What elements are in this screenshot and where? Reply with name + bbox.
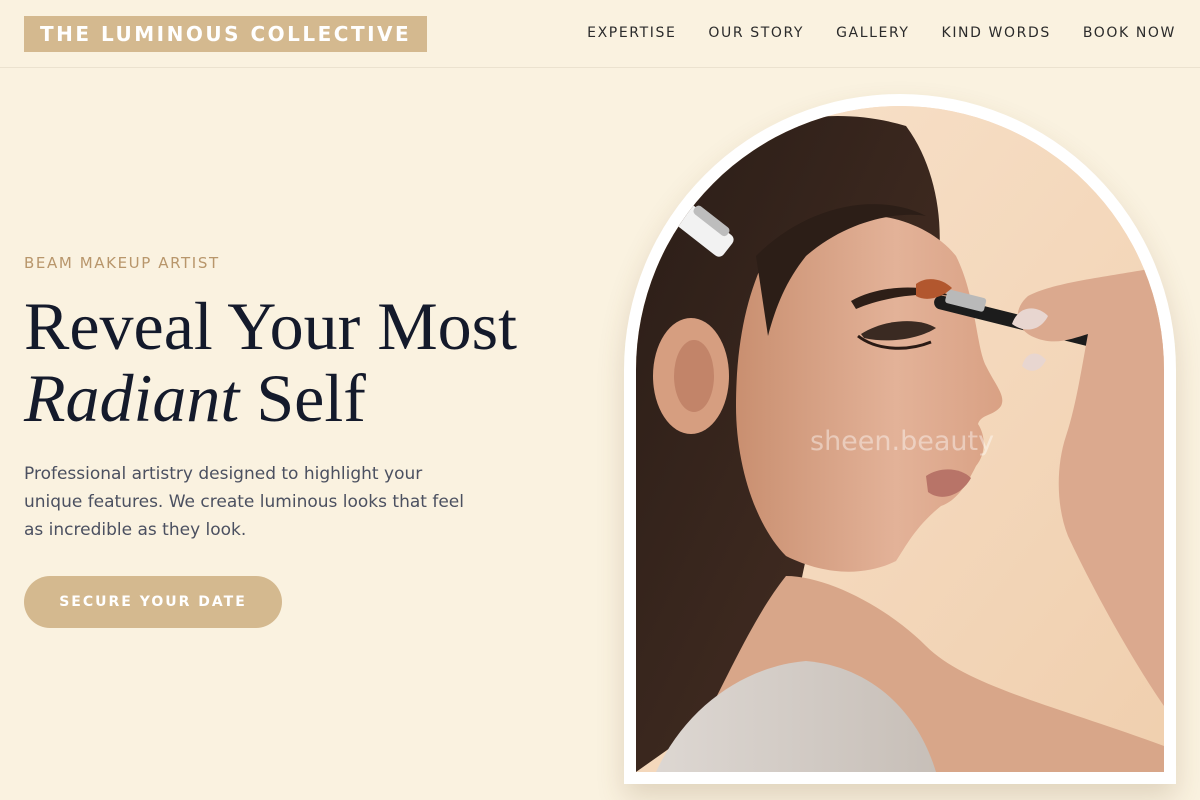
nav-link-expertise[interactable]: EXPERTISE	[587, 25, 676, 41]
headline-line-1: Reveal Your Most	[24, 288, 518, 364]
nav-link-book-now[interactable]: BOOK NOW	[1083, 25, 1176, 41]
brand-logo[interactable]: THE LUMINOUS COLLECTIVE	[24, 16, 428, 52]
nav-link-our-story[interactable]: OUR STORY	[708, 25, 804, 41]
headline-emphasis: Radiant	[24, 360, 240, 436]
nav-link-gallery[interactable]: GALLERY	[836, 25, 909, 41]
site-header: THE LUMINOUS COLLECTIVE EXPERTISE OUR ST…	[0, 0, 1200, 68]
secure-date-button[interactable]: SECURE YOUR DATE	[24, 576, 282, 628]
hero-eyebrow: BEAM MAKEUP ARTIST	[24, 254, 220, 272]
hero-image-frame: sheen.beauty	[624, 94, 1176, 784]
hero-headline: Reveal Your Most Radiant Self	[24, 290, 517, 434]
hero-description: Professional artistry designed to highli…	[24, 464, 464, 540]
makeup-portrait-illustration	[636, 106, 1164, 772]
headline-tail: Self	[239, 360, 366, 436]
nav-link-kind-words[interactable]: KIND WORDS	[942, 25, 1051, 41]
main-nav: EXPERTISE OUR STORY GALLERY KIND WORDS B…	[587, 0, 1176, 66]
hero-photo: sheen.beauty	[636, 106, 1164, 772]
